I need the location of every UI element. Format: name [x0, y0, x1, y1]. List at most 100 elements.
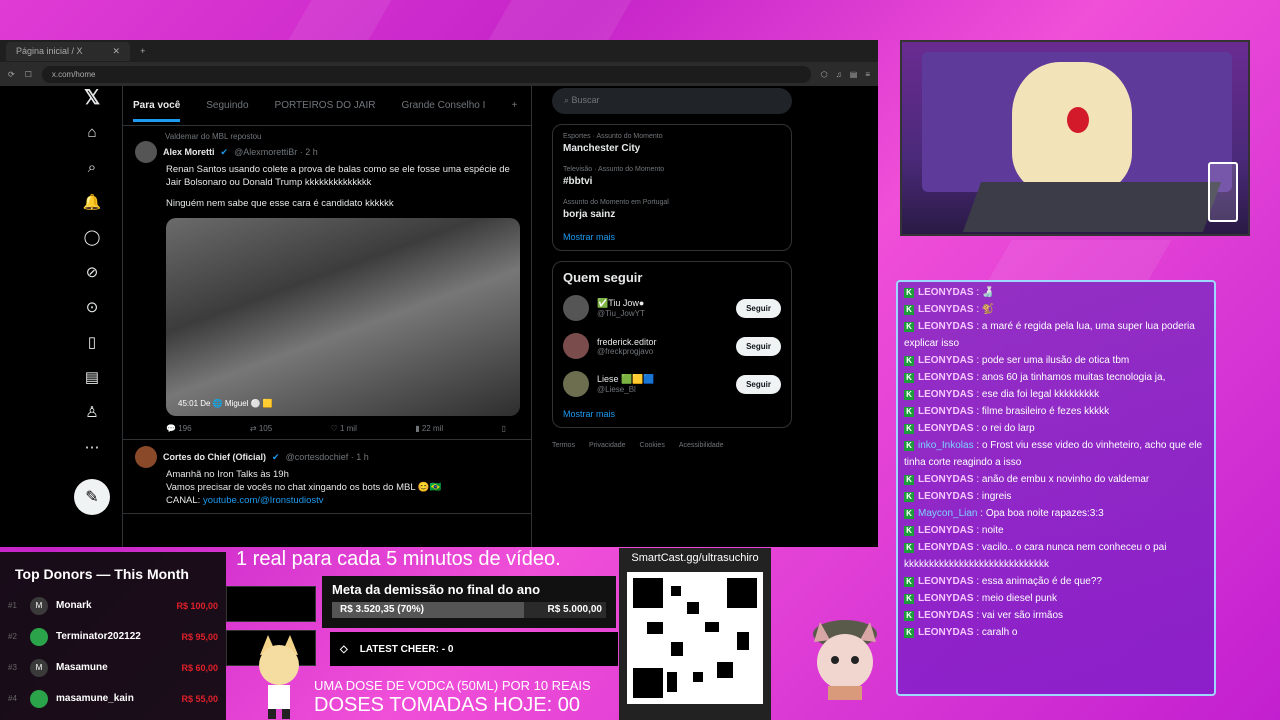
avatar[interactable]	[135, 141, 157, 163]
tweet-link[interactable]: youtube.com/@Ironstudiostv	[203, 495, 324, 506]
follow-suggestion: ✅Tiu Jow● @Tiu_JowYT Seguir	[563, 295, 781, 321]
url-field[interactable]: x.com/home	[41, 65, 811, 83]
donors-title: Top Donors — This Month	[15, 566, 189, 582]
chat-separator: :	[977, 508, 986, 519]
author-name[interactable]: Alex Moretti	[163, 147, 215, 157]
notifications-icon[interactable]: 🔔	[82, 193, 102, 213]
bg-stripe	[288, 0, 392, 40]
author-name[interactable]: Cortes do Chief (Oficial)	[163, 452, 266, 462]
chat-username[interactable]: LEONYDAS	[918, 576, 974, 587]
bookmark-icon[interactable]: ☐	[25, 70, 32, 79]
footer-link[interactable]: Cookies	[640, 442, 665, 449]
bookmarks-icon[interactable]: ▯	[82, 333, 102, 353]
tab-for-you[interactable]: Para você	[133, 100, 181, 122]
x-logo-icon[interactable]: 𝕏	[82, 88, 102, 108]
chat-separator: :	[973, 304, 982, 315]
tweet-text: CANAL: youtube.com/@Ironstudiostv	[166, 494, 519, 507]
author-handle[interactable]: @AlexmorettiBr · 2 h	[234, 147, 318, 157]
chat-username[interactable]: LEONYDAS	[918, 491, 974, 502]
kick-badge-icon: K	[904, 424, 914, 434]
chat-username[interactable]: LEONYDAS	[918, 321, 974, 332]
add-tab-icon[interactable]: +	[511, 100, 517, 111]
footer-link[interactable]: Privacidade	[589, 442, 626, 449]
tab-list-porteiros[interactable]: PORTEIROS DO JAIR	[275, 100, 376, 111]
browser-window: Página inicial / X ✕ + ⟳ ☐ x.com/home ⬡ …	[0, 40, 878, 547]
qr-module	[667, 672, 677, 692]
footer-link[interactable]: Acessibilidade	[679, 442, 724, 449]
chat-username[interactable]: inko_Inkolas	[918, 440, 974, 451]
close-icon[interactable]: ✕	[113, 46, 121, 57]
chat-username[interactable]: LEONYDAS	[918, 389, 974, 400]
footer-link[interactable]: Termos	[552, 442, 575, 449]
suggest-name[interactable]: Liese 🟩🟨🟦	[597, 374, 728, 385]
chat-username[interactable]: LEONYDAS	[918, 525, 974, 536]
profile-icon[interactable]: ♙	[82, 403, 102, 423]
donor-avatar: M	[30, 596, 48, 615]
follow-button[interactable]: Seguir	[736, 298, 781, 318]
menu-icon[interactable]: ≡	[865, 70, 870, 79]
views-button[interactable]: ▮ 22 mil	[415, 424, 443, 433]
chat-username[interactable]: LEONYDAS	[918, 355, 974, 366]
show-more-link[interactable]: Mostrar mais	[563, 409, 781, 419]
chat-username[interactable]: Maycon_Lian	[918, 508, 977, 519]
chat-separator: :	[973, 406, 982, 417]
extension-icon[interactable]: ♫	[836, 70, 842, 79]
new-tab-icon[interactable]: +	[140, 46, 145, 56]
address-bar: ⟳ ☐ x.com/home ⬡ ♫ ▤ ≡	[0, 62, 878, 86]
more-icon[interactable]: ⋯	[82, 438, 102, 458]
suggest-name[interactable]: frederick.editor	[597, 337, 728, 347]
bookmark-icon[interactable]: ▯	[502, 424, 506, 433]
chat-username[interactable]: LEONYDAS	[918, 406, 974, 417]
like-button[interactable]: ♡ 1 mil	[331, 424, 357, 433]
chat-username[interactable]: LEONYDAS	[918, 593, 974, 604]
author-handle[interactable]: @cortesdochief · 1 h	[286, 452, 369, 462]
messages-icon[interactable]: ◯	[82, 228, 102, 248]
search-icon[interactable]: ⌕	[82, 158, 102, 178]
avatar[interactable]	[563, 371, 589, 397]
tweet[interactable]: Cortes do Chief (Oficial) ✔ @cortesdochi…	[123, 440, 531, 514]
follow-button[interactable]: Seguir	[736, 336, 781, 356]
chat-username[interactable]: LEONYDAS	[918, 542, 974, 553]
trend-item[interactable]: Televisão · Assunto do Momento #bbtvi	[563, 166, 781, 187]
extension-icon[interactable]: ▤	[850, 70, 858, 79]
qr-module	[671, 642, 683, 656]
follow-button[interactable]: Seguir	[736, 374, 781, 394]
tab-following[interactable]: Seguindo	[206, 100, 248, 111]
chat-username[interactable]: LEONYDAS	[918, 610, 974, 621]
chat-username[interactable]: LEONYDAS	[918, 304, 974, 315]
chat-username[interactable]: LEONYDAS	[918, 287, 974, 298]
qr-code[interactable]	[627, 572, 763, 704]
tab-list-conselho[interactable]: Grande Conselho I	[401, 100, 485, 111]
donor-row: #4 masamune_kain R$ 55,00	[8, 683, 218, 714]
extension-icon[interactable]: ⬡	[821, 70, 828, 79]
avatar[interactable]	[135, 446, 157, 468]
chat-username[interactable]: LEONYDAS	[918, 474, 974, 485]
post-button[interactable]: ✎	[74, 479, 110, 515]
donor-avatar	[30, 627, 48, 646]
chat-username[interactable]: LEONYDAS	[918, 372, 974, 383]
qr-module	[717, 662, 733, 678]
lists-icon[interactable]: ▤	[82, 368, 102, 388]
grok-icon[interactable]: ⊘	[82, 263, 102, 283]
browser-tab[interactable]: Página inicial / X ✕	[6, 41, 131, 61]
suggest-name[interactable]: ✅Tiu Jow●	[597, 298, 728, 309]
dose-rule: UMA DOSE DE VODCA (50ML) POR 10 REAIS	[314, 678, 591, 693]
follow-suggestion: Liese 🟩🟨🟦 @Liese_Bl Seguir	[563, 371, 781, 397]
communities-icon[interactable]: ⊙	[82, 298, 102, 318]
chat-username[interactable]: LEONYDAS	[918, 423, 974, 434]
show-more-link[interactable]: Mostrar mais	[563, 232, 781, 242]
reload-icon[interactable]: ⟳	[8, 70, 15, 79]
trend-item[interactable]: Assunto do Momento em Portugal borja sai…	[563, 199, 781, 220]
reply-button[interactable]: 💬 196	[166, 424, 192, 433]
donor-rank: #2	[8, 632, 17, 641]
tweet[interactable]: Valdemar do MBL repostou Alex Moretti ✔ …	[123, 126, 531, 440]
trend-item[interactable]: Esportes · Assunto do Momento Manchester…	[563, 133, 781, 154]
tweet-video[interactable]: 45:01 De 🌐 Miguel ⚪ 🟨	[166, 218, 520, 416]
home-icon[interactable]: ⌂	[82, 123, 102, 143]
repost-button[interactable]: ⇄ 105	[250, 424, 272, 433]
search-input[interactable]: ⌕ Buscar	[552, 88, 792, 114]
mascot-character	[259, 635, 299, 719]
avatar[interactable]	[563, 333, 589, 359]
chat-username[interactable]: LEONYDAS	[918, 627, 974, 638]
avatar[interactable]	[563, 295, 589, 321]
